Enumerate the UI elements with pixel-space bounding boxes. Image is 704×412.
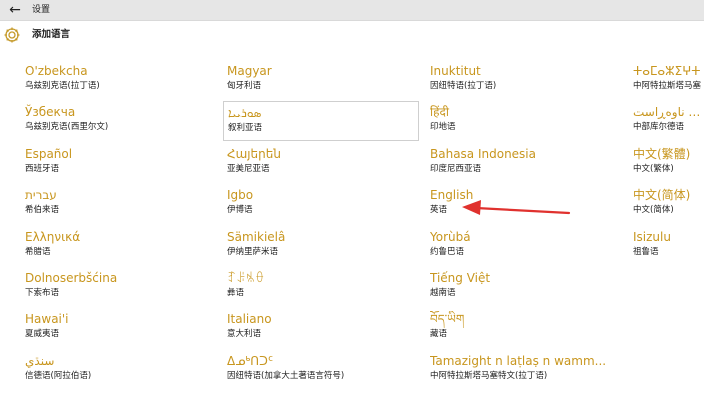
language-subtitle: 中阿特拉斯塔马塞特文(拉丁语) [430,371,548,381]
language-name: ꆈꌠꁱꂷ [227,271,265,285]
language-subtitle: 希伯来语 [25,205,60,215]
language-name: Isizulu [633,230,671,244]
language-item-uzbek-latin[interactable]: O'zbekcha 乌兹别克语(拉丁语) [21,60,217,100]
language-name: ⵜⴰⵎⴰⵣⵉⵖⵜ [633,64,701,78]
language-name: Magyar [227,64,272,78]
language-item-lower-sorbian[interactable]: Dolnoserbšćina 下索布语 [21,267,217,307]
language-subtitle: 伊纳里萨米语 [227,247,279,257]
language-subtitle: 彝语 [227,288,245,298]
language-item-tibetan[interactable]: བོད་ཡིག 藏语 [426,308,622,348]
language-item-central-kurdish[interactable]: کوردیی ناوەڕاست 中部库尔德语 [629,101,704,141]
app-title: 设置 [32,5,51,15]
language-name: O'zbekcha [25,64,88,78]
language-name: ܣܘܪܝܝܐ [228,106,262,120]
language-name: हिंदी [430,105,449,119]
title-bar: ← 设置 [0,0,704,21]
language-subtitle: 越南语 [430,288,456,298]
language-item-italian[interactable]: Italiano 意大利语 [223,308,419,348]
language-subtitle: 希腊语 [25,247,51,257]
language-name: עברית [25,188,57,202]
language-name: کوردیی ناوەڕاست [633,105,704,119]
language-item-armenian[interactable]: Հայերեն 亚美尼亚语 [223,143,419,183]
language-name: Հայերեն [227,147,281,161]
language-name: Italiano [227,312,272,326]
page-title: 添加语言 [32,29,71,40]
language-subtitle: 印地语 [430,122,456,132]
language-name: Español [25,147,73,161]
language-name: Bahasa Indonesia [430,147,536,161]
language-name: Inuktitut [430,64,481,78]
language-item-sindhi[interactable]: سنڌي 信德语(阿拉伯语) [21,350,217,390]
language-item-spanish[interactable]: Español 西班牙语 [21,143,217,183]
language-subtitle: 意大利语 [227,329,262,339]
language-item-tamazight-latin[interactable]: Tamazight n laṭlaṣ n wamm... 中阿特拉斯塔马塞特文(… [426,350,622,390]
language-name: Igbo [227,188,254,202]
language-item-inuktitut-syllabics[interactable]: ᐃᓄᒃᑎᑐᑦ 因纽特语(加拿大土著语言符号) [223,350,419,390]
language-grid: O'zbekcha 乌兹别克语(拉丁语) Ўзбекча 乌兹别克语(西里尔文)… [0,60,704,412]
language-item-hebrew[interactable]: עברית 希伯来语 [21,184,217,224]
language-item-english[interactable]: English 英语 [426,184,622,224]
language-subtitle: 下索布语 [25,288,60,298]
language-item-yi[interactable]: ꆈꌠꁱꂷ 彝语 [223,267,419,307]
gear-icon [4,27,20,43]
language-item-inari-sami[interactable]: Sämikielâ 伊纳里萨米语 [223,226,419,266]
language-item-chinese-simplified[interactable]: 中文(简体) 中文(简体) [629,184,704,224]
language-item-syriac[interactable]: ܣܘܪܝܝܐ 叙利亚语 [223,101,419,141]
language-name: Sämikielâ [227,230,286,244]
language-subtitle: 英语 [430,205,448,215]
language-name: 中文(简体) [633,188,691,202]
language-subtitle: 乌兹别克语(西里尔文) [25,122,109,132]
language-subtitle: 中阿特拉斯塔马塞 [633,81,702,91]
language-item-yoruba[interactable]: Yorùbá 约鲁巴语 [426,226,622,266]
language-subtitle: 印度尼西亚语 [430,164,482,174]
language-subtitle: 约鲁巴语 [430,247,465,257]
language-name: Yorùbá [430,230,471,244]
language-name: Hawai'i [25,312,69,326]
language-name: Tiếng Việt [430,271,491,285]
language-name: བོད་ཡིག [430,312,465,326]
language-subtitle: 信德语(阿拉伯语) [25,371,92,381]
language-subtitle: 祖鲁语 [633,247,659,257]
language-subtitle: 伊博语 [227,205,253,215]
language-subtitle: 夏威夷语 [25,329,60,339]
language-subtitle: 乌兹别克语(拉丁语) [25,81,100,91]
language-item-chinese-traditional[interactable]: 中文(繁體) 中文(繁体) [629,143,704,183]
language-subtitle: 中文(繁体) [633,164,674,174]
language-subtitle: 因纽特语(加拿大土著语言符号) [227,371,345,381]
language-item-hawaiian[interactable]: Hawai'i 夏威夷语 [21,308,217,348]
language-subtitle: 中部库尔德语 [633,122,685,132]
language-item-hungarian[interactable]: Magyar 匈牙利语 [223,60,419,100]
language-item-igbo[interactable]: Igbo 伊博语 [223,184,419,224]
back-arrow-icon[interactable]: ← [6,1,24,19]
language-subtitle: 藏语 [430,329,448,339]
language-name: Ўзбекча [25,105,76,119]
language-name: English [430,188,474,202]
language-item-uzbek-cyrillic[interactable]: Ўзбекча 乌兹别克语(西里尔文) [21,101,217,141]
language-item-vietnamese[interactable]: Tiếng Việt 越南语 [426,267,622,307]
language-name: 中文(繁體) [633,147,691,161]
language-item-greek[interactable]: Ελληνικά 希腊语 [21,226,217,266]
language-subtitle: 亚美尼亚语 [227,164,270,174]
language-name: Dolnoserbšćina [25,271,118,285]
language-name: ᐃᓄᒃᑎᑐᑦ [227,354,274,368]
language-subtitle: 叙利亚语 [228,123,263,133]
language-name: Ελληνικά [25,230,81,244]
language-item-hindi[interactable]: हिंदी 印地语 [426,101,622,141]
language-subtitle: 因纽特语(拉丁语) [430,81,497,91]
language-item-zulu[interactable]: Isizulu 祖鲁语 [629,226,704,266]
language-name: Tamazight n laṭlaṣ n wamm... [430,354,607,368]
language-name: سنڌي [25,354,55,368]
language-subtitle: 西班牙语 [25,164,60,174]
language-subtitle: 中文(简体) [633,205,674,215]
language-subtitle: 匈牙利语 [227,81,262,91]
language-item-indonesian[interactable]: Bahasa Indonesia 印度尼西亚语 [426,143,622,183]
page-header: 添加语言 [0,21,704,48]
language-item-inuktitut-latin[interactable]: Inuktitut 因纽特语(拉丁语) [426,60,622,100]
language-item-tamazight-tifinagh[interactable]: ⵜⴰⵎⴰⵣⵉⵖⵜ 中阿特拉斯塔马塞 [629,60,704,100]
